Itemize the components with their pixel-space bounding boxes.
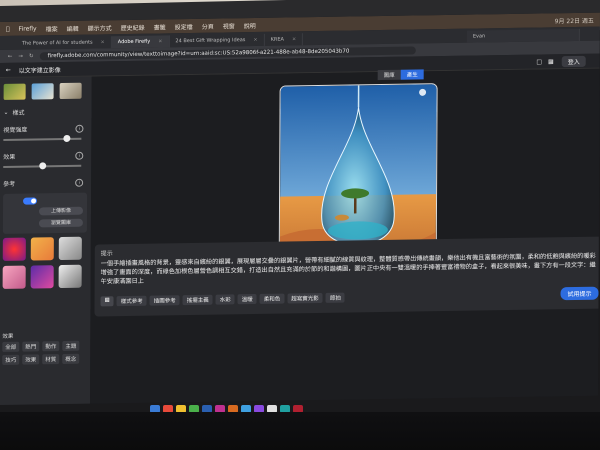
profile-name: Evan [472, 33, 486, 40]
menu-view[interactable]: 顯示方式 [88, 23, 112, 32]
forward-icon[interactable]: → [18, 53, 23, 59]
menu-history[interactable]: 歷史紀錄 [121, 22, 145, 31]
close-icon[interactable]: × [292, 36, 296, 42]
style-section-header: ⌄ 樣式 [0, 107, 92, 117]
settings-sidebar: ⌄ 樣式 視覺強度 i 效果 i 參考 i 上傳影像 瀏覽圖庫 效果 全部 熱門… [0, 76, 92, 406]
tab-adobe-firefly[interactable]: Adobe Firefly × [111, 35, 170, 49]
intensity-label: 視覺強度 [3, 126, 28, 134]
effect-label: 效果 [3, 153, 16, 161]
style-thumb[interactable] [2, 237, 26, 261]
menu-edit[interactable]: 編輯 [67, 23, 79, 32]
info-icon[interactable]: i [75, 124, 84, 133]
prompt-tag[interactable]: 搖擺主義 [182, 294, 213, 306]
content-type-thumb[interactable] [59, 82, 82, 100]
effects-label: 效果 [2, 333, 14, 340]
tab-label: The Power of AI for students [21, 39, 93, 47]
tab-gift-wrapping[interactable]: 24 Best Gift Wrapping Ideas × [169, 33, 265, 48]
effect-chip[interactable]: 效果 [22, 354, 40, 365]
browse-gallery-button[interactable]: 瀏覽圖庫 [38, 218, 83, 228]
menu-window[interactable]: 視窗 [223, 21, 235, 30]
effect-chip[interactable]: 概念 [62, 353, 80, 365]
effect-chip[interactable]: 主題 [62, 340, 80, 352]
reload-icon[interactable]: ↻ [29, 53, 34, 59]
grid-icon[interactable]: ▦ [548, 58, 554, 65]
effect-chip[interactable]: 技巧 [2, 354, 20, 365]
chevron-down-icon[interactable]: ⌄ [4, 109, 9, 116]
effect-slider[interactable] [3, 162, 82, 171]
close-icon[interactable]: × [101, 39, 105, 45]
reference-header: 參考 i [0, 178, 91, 188]
effect-chips: 全部 熱門 動作 主題 技巧 效果 材質 概念 [0, 339, 90, 368]
reference-toggle[interactable] [23, 197, 38, 205]
prompt-tag[interactable]: 節拍 [325, 292, 345, 303]
monitor-bottom-bezel [0, 412, 600, 450]
menu-app[interactable]: Firefly [19, 25, 37, 32]
tab-gallery[interactable]: 圖庫 [377, 69, 401, 81]
back-arrow-icon[interactable]: ← [6, 66, 11, 73]
effects-section: 效果 全部 熱門 動作 主題 技巧 效果 材質 概念 [0, 331, 90, 368]
apple-icon[interactable]:  [6, 25, 10, 32]
style-thumb[interactable] [58, 264, 82, 289]
content-type-row [0, 77, 92, 100]
login-button[interactable]: 登入 [561, 55, 586, 67]
close-icon[interactable]: × [253, 37, 257, 43]
menu-bookmarks[interactable]: 書籤 [154, 22, 166, 31]
intensity-slider[interactable] [3, 134, 82, 144]
info-icon[interactable]: i [75, 178, 84, 187]
prompt-tags: ▦ 樣式參考 插圖參考 搖擺主義 水彩 溫暖 柔和色 超寫實光影 節拍 [100, 292, 348, 307]
menubar-clock: 9月 22日 週五 [554, 17, 594, 25]
slider-knob[interactable] [63, 134, 71, 143]
tab-krea[interactable]: KREA × [264, 33, 304, 46]
profile-chip[interactable]: Evan [466, 28, 580, 43]
prompt-tag[interactable]: 柔和色 [259, 293, 285, 304]
style-thumb[interactable] [30, 237, 54, 261]
style-thumb[interactable] [58, 236, 82, 261]
mode-switch: 圖庫 產生 [377, 69, 424, 81]
style-thumb[interactable] [2, 265, 26, 289]
prompt-panel: 提示 一個手繪插畫風格的背景，靈感來自繽紛的銀翼，展現層層交疊的銀翼片，營帶有細… [94, 236, 600, 317]
menu-file[interactable]: 檔案 [46, 24, 58, 33]
tab-label: KREA [270, 36, 284, 43]
style-thumb[interactable] [30, 265, 54, 289]
effect-chip[interactable]: 動作 [42, 341, 60, 352]
info-icon[interactable]: i [75, 151, 84, 160]
tab-label: Adobe Firefly [117, 38, 151, 46]
chat-icon[interactable]: □ [536, 58, 542, 65]
tab-label: 24 Best Gift Wrapping Ideas [175, 37, 246, 45]
prompt-tag[interactable]: 插圖參考 [149, 295, 180, 306]
back-icon[interactable]: ← [8, 53, 13, 59]
reference-label: 參考 [3, 180, 16, 188]
prompt-tag[interactable]: 樣式參考 [116, 295, 147, 307]
style-label: 樣式 [12, 109, 25, 117]
intensity-row: 視覺強度 i [0, 124, 91, 134]
effect-row: 效果 i [0, 151, 91, 161]
clear-styles-icon[interactable]: ▦ [100, 296, 114, 307]
effect-chip[interactable]: 全部 [2, 341, 20, 352]
tab-generate[interactable]: 產生 [400, 69, 424, 80]
prompt-tag[interactable]: 水彩 [215, 294, 235, 305]
menu-tab[interactable]: 分頁 [202, 21, 214, 30]
close-icon[interactable]: × [158, 38, 162, 44]
monitor-screen:  Firefly 檔案 編輯 顯示方式 歷史紀錄 書籤 設定檔 分頁 視窗 說… [0, 12, 600, 406]
prompt-tag[interactable]: 溫暖 [237, 293, 257, 305]
page-title: 以文字建立影像 [18, 66, 61, 75]
reference-panel: 上傳影像 瀏覽圖庫 [2, 192, 88, 234]
effect-chip[interactable]: 熱門 [22, 341, 40, 352]
prompt-tag[interactable]: 超寫實光影 [287, 292, 323, 304]
effect-chip[interactable]: 材質 [42, 354, 60, 365]
upload-image-button[interactable]: 上傳影像 [38, 206, 84, 216]
style-grid [0, 233, 91, 294]
content-type-thumb[interactable] [3, 83, 26, 100]
slider-knob[interactable] [38, 162, 46, 170]
menu-profiles[interactable]: 設定檔 [175, 21, 193, 30]
try-prompt-button[interactable]: 試用提示 [560, 286, 599, 301]
content-type-thumb[interactable] [31, 83, 54, 100]
workspace: ⌄ 樣式 視覺強度 i 效果 i 參考 i 上傳影像 瀏覽圖庫 效果 全部 熱門… [0, 68, 600, 406]
tab-power-of-ai[interactable]: The Power of AI for students × [15, 36, 112, 50]
menu-help[interactable]: 說明 [244, 20, 256, 29]
